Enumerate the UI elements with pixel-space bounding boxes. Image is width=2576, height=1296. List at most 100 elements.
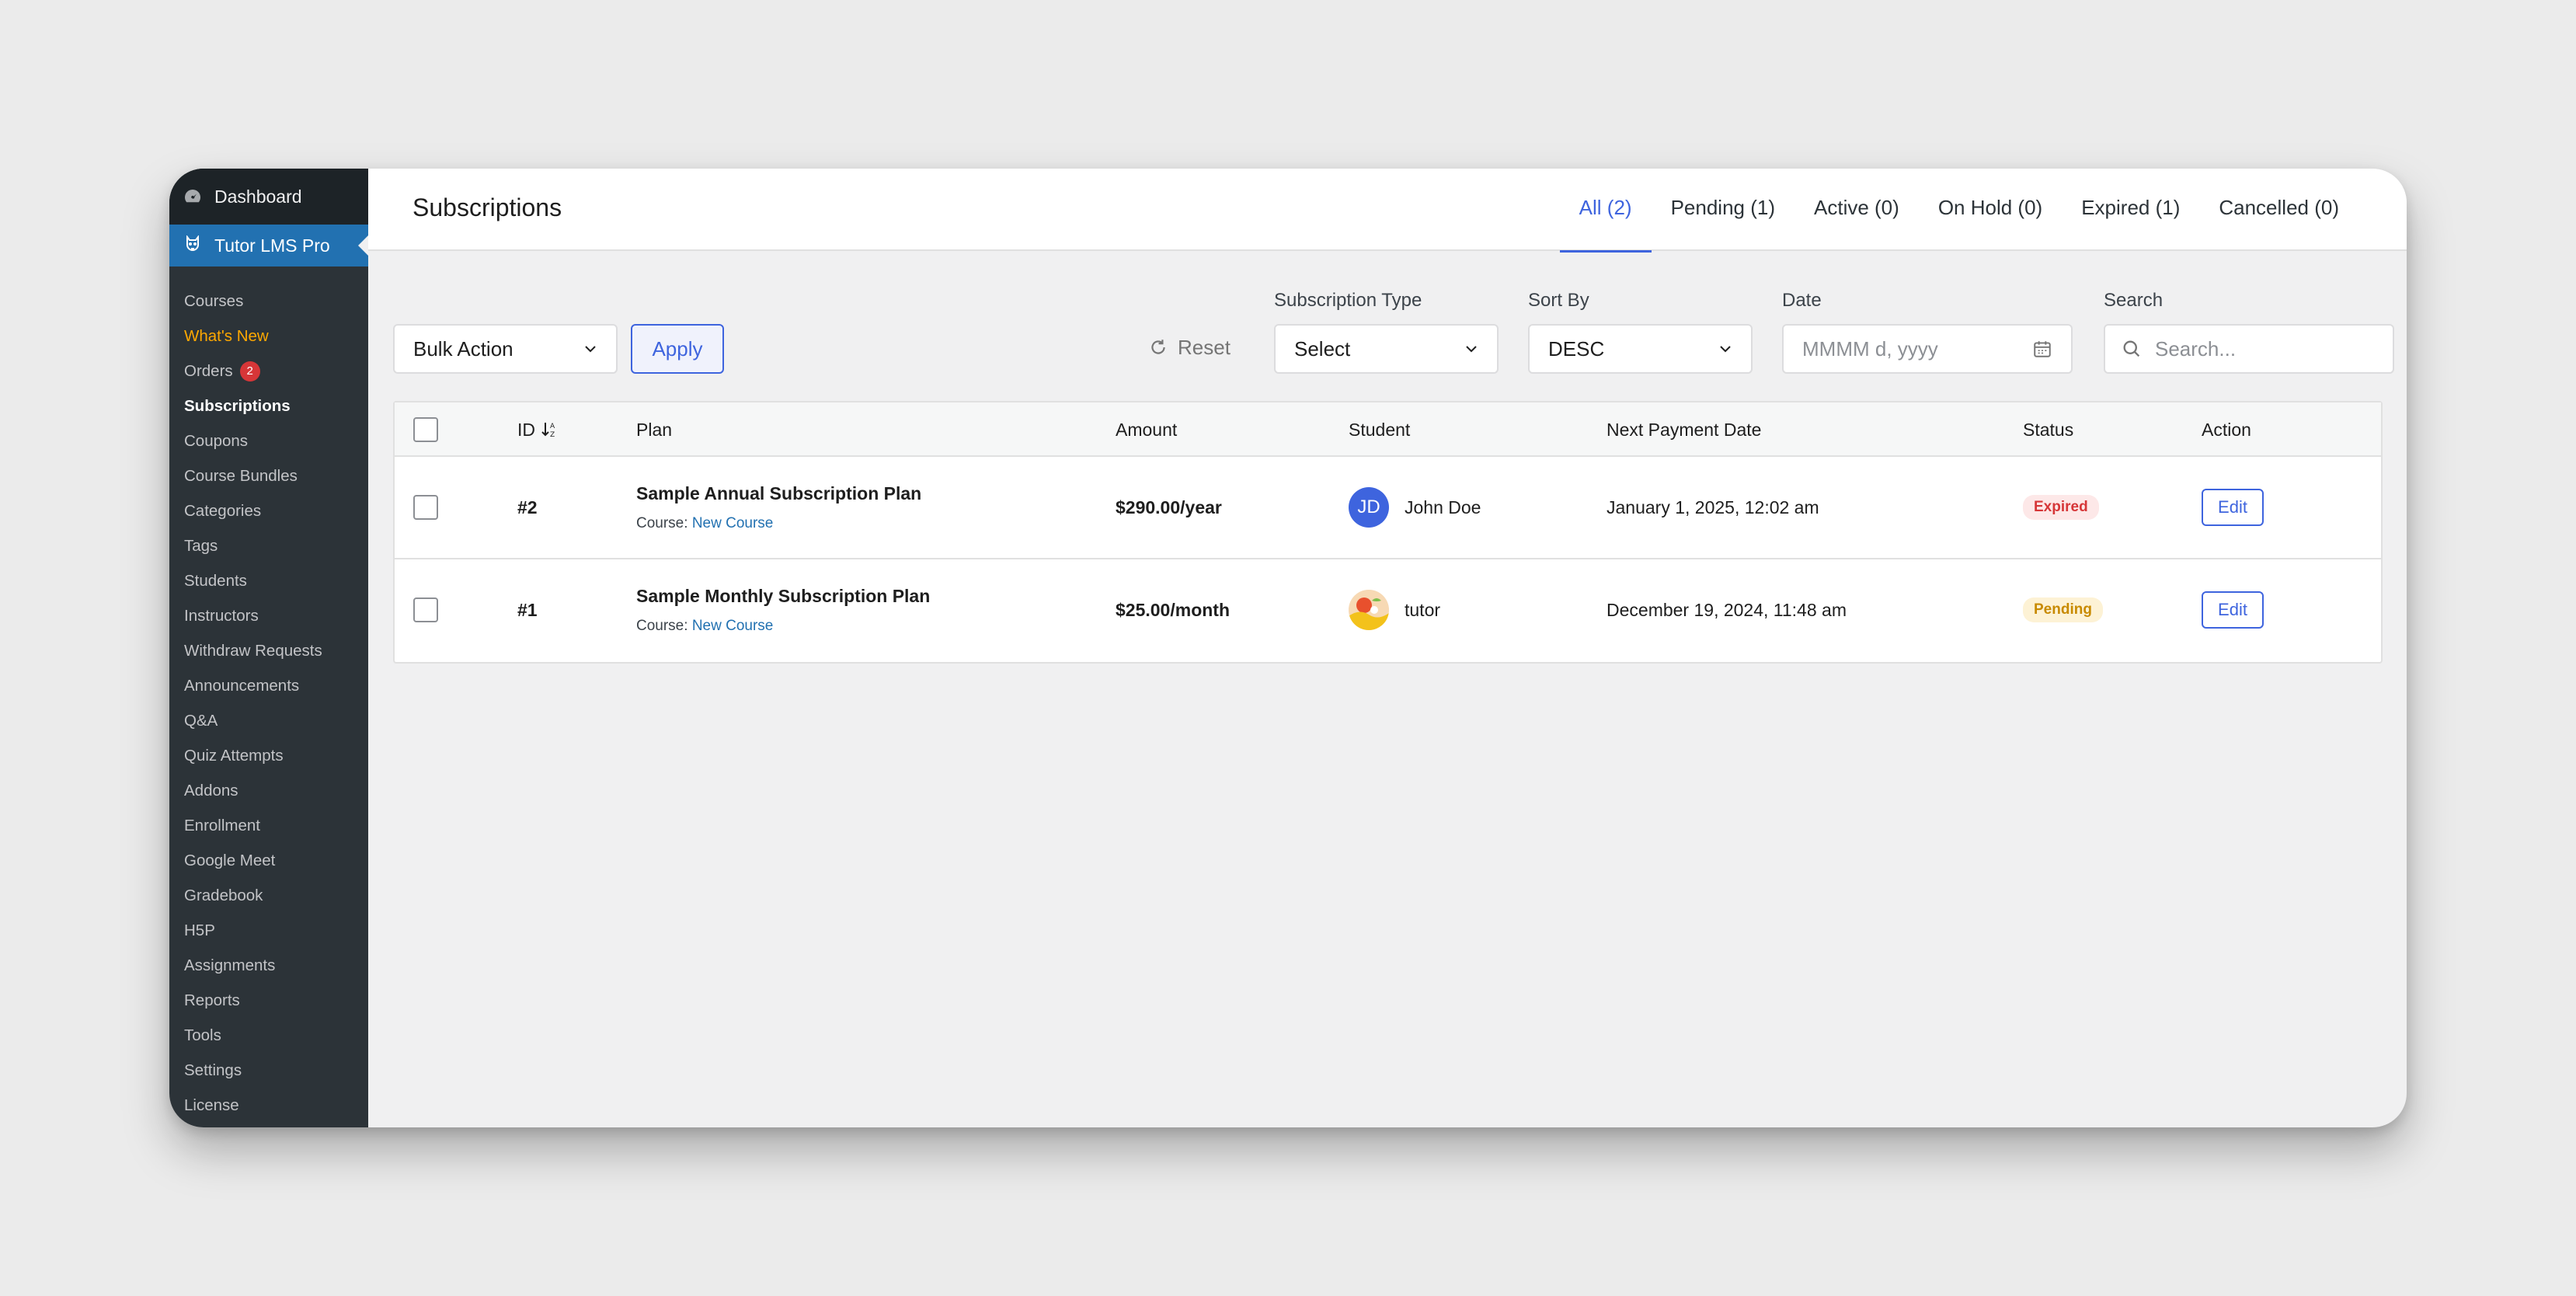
sidebar-item-label: Q&A bbox=[184, 711, 218, 730]
refresh-icon bbox=[1151, 340, 1165, 354]
sidebar-item-label: Google Meet bbox=[184, 851, 276, 869]
tab-on-hold[interactable]: On Hold (0) bbox=[1919, 169, 2062, 251]
sidebar-item-license[interactable]: License bbox=[169, 1088, 368, 1123]
sidebar-item-tools[interactable]: Tools bbox=[169, 1018, 368, 1053]
apply-button[interactable]: Apply bbox=[631, 324, 724, 374]
sidebar-item-coupons[interactable]: Coupons bbox=[169, 423, 368, 458]
sidebar-item-label: Quiz Attempts bbox=[184, 746, 284, 765]
select-all-checkbox[interactable] bbox=[413, 417, 438, 442]
sidebar-item-label: Addons bbox=[184, 781, 238, 800]
edit-button[interactable]: Edit bbox=[2202, 489, 2264, 526]
sidebar-item-label: Withdraw Requests bbox=[184, 641, 322, 660]
chevron-down-icon bbox=[1466, 346, 1477, 353]
sidebar-item-label: Settings bbox=[184, 1061, 242, 1079]
row-checkbox-cell bbox=[413, 457, 438, 558]
search-label: Search bbox=[2104, 290, 2163, 311]
sidebar-item-reports[interactable]: Reports bbox=[169, 983, 368, 1018]
student-cell: JD John Doe bbox=[1349, 457, 1481, 558]
tab-pending[interactable]: Pending (1) bbox=[1652, 169, 1794, 251]
plan-course: Course: New Course bbox=[636, 618, 773, 635]
student-name: John Doe bbox=[1405, 496, 1481, 517]
sidebar-item-label: License bbox=[184, 1096, 239, 1114]
sidebar-item-gradebook[interactable]: Gradebook bbox=[169, 878, 368, 913]
sidebar-item-google-meet[interactable]: Google Meet bbox=[169, 843, 368, 878]
subscription-type-value: Select bbox=[1294, 336, 1351, 361]
chevron-down-icon bbox=[1720, 346, 1731, 353]
id-header[interactable]: ID AZ bbox=[517, 402, 559, 457]
tab-expired[interactable]: Expired (1) bbox=[2062, 169, 2199, 251]
subscription-type-select[interactable]: Select bbox=[1274, 324, 1499, 374]
date-input[interactable]: MMMM d, yyyy bbox=[1782, 324, 2073, 374]
sidebar-item-label: Assignments bbox=[184, 956, 276, 974]
sidebar-item-settings[interactable]: Settings bbox=[169, 1053, 368, 1088]
tab-all[interactable]: All (2) bbox=[1559, 169, 1652, 253]
sidebar-item-quiz-attempts[interactable]: Quiz Attempts bbox=[169, 738, 368, 773]
sidebar-item-qa[interactable]: Q&A bbox=[169, 703, 368, 738]
sort-icon[interactable]: AZ bbox=[541, 420, 559, 439]
amount: $290.00/year bbox=[1116, 496, 1222, 517]
reset-button[interactable]: Reset bbox=[1148, 332, 1231, 363]
tab-active[interactable]: Active (0) bbox=[1794, 169, 1919, 251]
sidebar-item-assignments[interactable]: Assignments bbox=[169, 948, 368, 983]
sidebar-item-label: Reports bbox=[184, 991, 240, 1009]
sidebar-item-whats-new[interactable]: What's New bbox=[169, 319, 368, 354]
sidebar-item-dashboard[interactable]: Dashboard bbox=[169, 169, 368, 225]
sidebar-item-subscriptions[interactable]: Subscriptions bbox=[169, 388, 368, 423]
page-title: Subscriptions bbox=[413, 193, 562, 221]
sidebar-item-tags[interactable]: Tags bbox=[169, 528, 368, 563]
calendar-icon[interactable] bbox=[2032, 339, 2052, 359]
sidebar-item-announcements[interactable]: Announcements bbox=[169, 668, 368, 703]
sidebar-item-instructors[interactable]: Instructors bbox=[169, 598, 368, 633]
table-row: #1 Sample Monthly Subscription Plan Cour… bbox=[395, 559, 2381, 662]
app-window: Dashboard Tutor LMS Pro Courses What's N… bbox=[169, 169, 2407, 1127]
sidebar-item-course-bundles[interactable]: Course Bundles bbox=[169, 458, 368, 493]
date-placeholder: MMMM d, yyyy bbox=[1802, 336, 1938, 361]
sidebar-label-plugin: Tutor LMS Pro bbox=[214, 235, 330, 256]
plan-name: Sample Monthly Subscription Plan bbox=[636, 585, 931, 606]
avatar-illustration-icon bbox=[1349, 590, 1389, 630]
reset-label: Reset bbox=[1178, 335, 1231, 359]
course-link[interactable]: New Course bbox=[692, 618, 774, 634]
row-checkbox[interactable] bbox=[413, 597, 438, 622]
search-input[interactable]: Search... bbox=[2104, 324, 2394, 374]
edit-button[interactable]: Edit bbox=[2202, 591, 2264, 629]
sidebar-item-courses[interactable]: Courses bbox=[169, 284, 368, 319]
sidebar-item-enrollment[interactable]: Enrollment bbox=[169, 808, 368, 843]
sort-by-select[interactable]: DESC bbox=[1528, 324, 1753, 374]
student-name: tutor bbox=[1405, 599, 1441, 620]
sort-by-value: DESC bbox=[1548, 336, 1605, 361]
subscriptions-table: ID AZ Plan Amount Student Next Payment D… bbox=[393, 401, 2383, 664]
sidebar-item-label: Subscriptions bbox=[184, 396, 291, 415]
course-prefix: Course: bbox=[636, 514, 688, 531]
student-cell: tutor bbox=[1349, 559, 1440, 660]
sidebar-item-tutor-lms-pro[interactable]: Tutor LMS Pro bbox=[169, 225, 368, 267]
sidebar-item-addons[interactable]: Addons bbox=[169, 773, 368, 808]
student-header: Student bbox=[1349, 419, 1411, 440]
row-checkbox[interactable] bbox=[413, 495, 438, 520]
sidebar-item-orders[interactable]: Orders 2 bbox=[169, 354, 368, 388]
sidebar-submenu: Courses What's New Orders 2 Subscriptions… bbox=[169, 267, 368, 1123]
sidebar-item-label: Gradebook bbox=[184, 886, 263, 904]
sidebar-item-students[interactable]: Students bbox=[169, 563, 368, 598]
sidebar-item-label: Students bbox=[184, 571, 247, 590]
avatar: JD bbox=[1349, 487, 1389, 528]
status-header: Status bbox=[2023, 419, 2074, 440]
sidebar-item-h5p[interactable]: H5P bbox=[169, 913, 368, 948]
bulk-action-select[interactable]: Bulk Action bbox=[393, 324, 618, 374]
course-link[interactable]: New Course bbox=[692, 515, 774, 531]
plan-name: Sample Annual Subscription Plan bbox=[636, 483, 922, 503]
action-cell: Edit bbox=[2202, 559, 2264, 660]
avatar bbox=[1349, 590, 1389, 630]
tab-cancelled[interactable]: Cancelled (0) bbox=[2199, 169, 2358, 251]
sidebar-item-label: Coupons bbox=[184, 431, 249, 450]
sidebar-label-dashboard: Dashboard bbox=[214, 186, 302, 207]
id-header-label: ID bbox=[517, 419, 535, 440]
search-placeholder: Search... bbox=[2155, 336, 2237, 361]
sidebar-item-categories[interactable]: Categories bbox=[169, 493, 368, 528]
dashboard-gauge-icon bbox=[182, 186, 204, 207]
plan-cell: Sample Monthly Subscription Plan Course:… bbox=[636, 559, 930, 660]
sidebar-item-label: Announcements bbox=[184, 676, 300, 695]
filter-bar: Bulk Action Apply Reset Subscription Typ… bbox=[368, 251, 2407, 375]
sidebar-item-withdraw-requests[interactable]: Withdraw Requests bbox=[169, 633, 368, 668]
course-prefix: Course: bbox=[636, 617, 688, 634]
